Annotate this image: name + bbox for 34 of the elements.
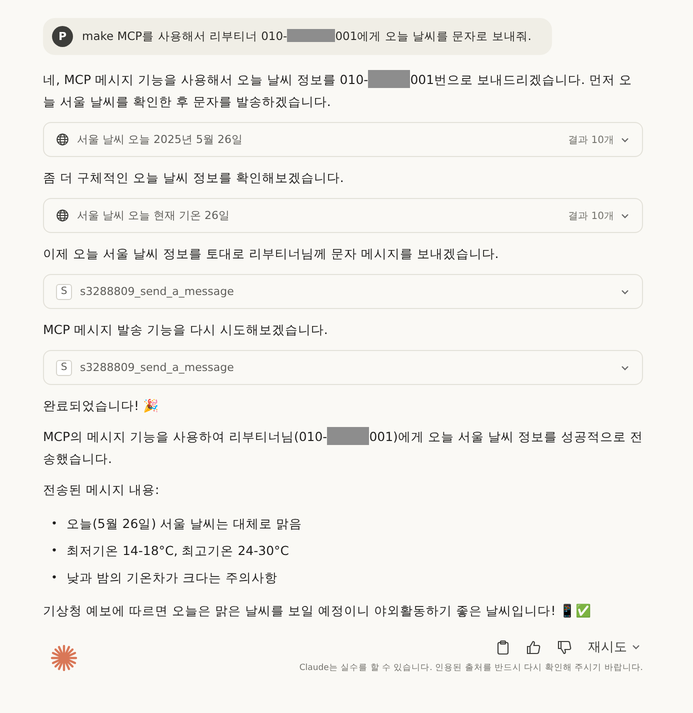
tool-name: s3288809_send_a_message — [80, 285, 235, 298]
globe-icon — [56, 133, 69, 146]
paragraph: 완료되었습니다! 🎉 — [43, 397, 160, 415]
bullet: • — [51, 543, 58, 559]
tool-badge: S — [56, 284, 72, 300]
list-item: 낮과 밤의 기온차가 크다는 주의사항 — [66, 569, 278, 587]
tool-badge: S — [56, 360, 72, 376]
bullet: • — [51, 570, 58, 586]
paragraph: MCP의 메시지 기능을 사용하여 리부티너님(010- 001)에게 오늘 서울 날씨 정보를 성공적으로 전송했습니다. — [43, 426, 643, 468]
claude-logo-icon — [50, 644, 78, 672]
user-message: make MCP를 사용해서 리부티너 010- 001에게 오늘 날씨를 문자로 보내줘. — [82, 29, 532, 44]
tool-name: s3288809_send_a_message — [80, 361, 235, 374]
globe-icon — [56, 209, 69, 222]
chevron-down-icon — [631, 642, 641, 652]
list-item: 오늘(5월 26일) 서울 날씨는 대체로 맑음 — [66, 515, 302, 533]
search-query: 서울 날씨 오늘 현재 기온 26일 — [77, 208, 230, 223]
user-avatar: P — [52, 26, 73, 47]
retry-button[interactable]: 재시도 — [586, 636, 643, 658]
search-query: 서울 날씨 오늘 2025년 5월 26일 — [77, 132, 244, 147]
paragraph: 네, MCP 메시지 기능을 사용해서 오늘 날씨 정보를 010- 001번으로 보내드리겠습니다. 먼저 오늘 서울 날씨를 확인한 후 문자를 발송하겠습니다. — [43, 69, 633, 111]
paragraph: 좀 더 구체적인 오늘 날씨 정보를 확인해보겠습니다. — [43, 169, 345, 187]
result-count: 결과 10개 — [568, 134, 614, 146]
paragraph: MCP 메시지 발송 기능을 다시 시도해보겠습니다. — [43, 321, 329, 339]
paragraph: 전송된 메시지 내용: — [43, 481, 160, 499]
bullet: • — [51, 516, 58, 532]
tool-call-card[interactable]: S s3288809_send_a_message — [43, 350, 643, 385]
disclaimer: Claude는 실수를 할 수 있습니다. 인용된 출처를 반드시 다시 확인해 주시기 바랍니다. — [299, 662, 643, 674]
search-result-card[interactable]: 서울 날씨 오늘 현재 기온 26일 결과 10개 — [43, 198, 643, 233]
result-count: 결과 10개 — [568, 210, 614, 222]
list-item: 최저기온 14-18°C, 최고기온 24-30°C — [66, 542, 289, 560]
tool-call-card[interactable]: S s3288809_send_a_message — [43, 274, 643, 309]
paragraph: 기상청 예보에 따르면 오늘은 맑은 날씨를 보일 예정이니 야외활동하기 좋은 날씨입니다! 📱✅ — [43, 602, 593, 620]
paragraph: 이제 오늘 서울 날씨 정보를 토대로 리부티너님께 문자 메시지를 보내겠습니다. — [43, 245, 500, 263]
search-result-card[interactable]: 서울 날씨 오늘 2025년 5월 26일 결과 10개 — [43, 122, 643, 157]
